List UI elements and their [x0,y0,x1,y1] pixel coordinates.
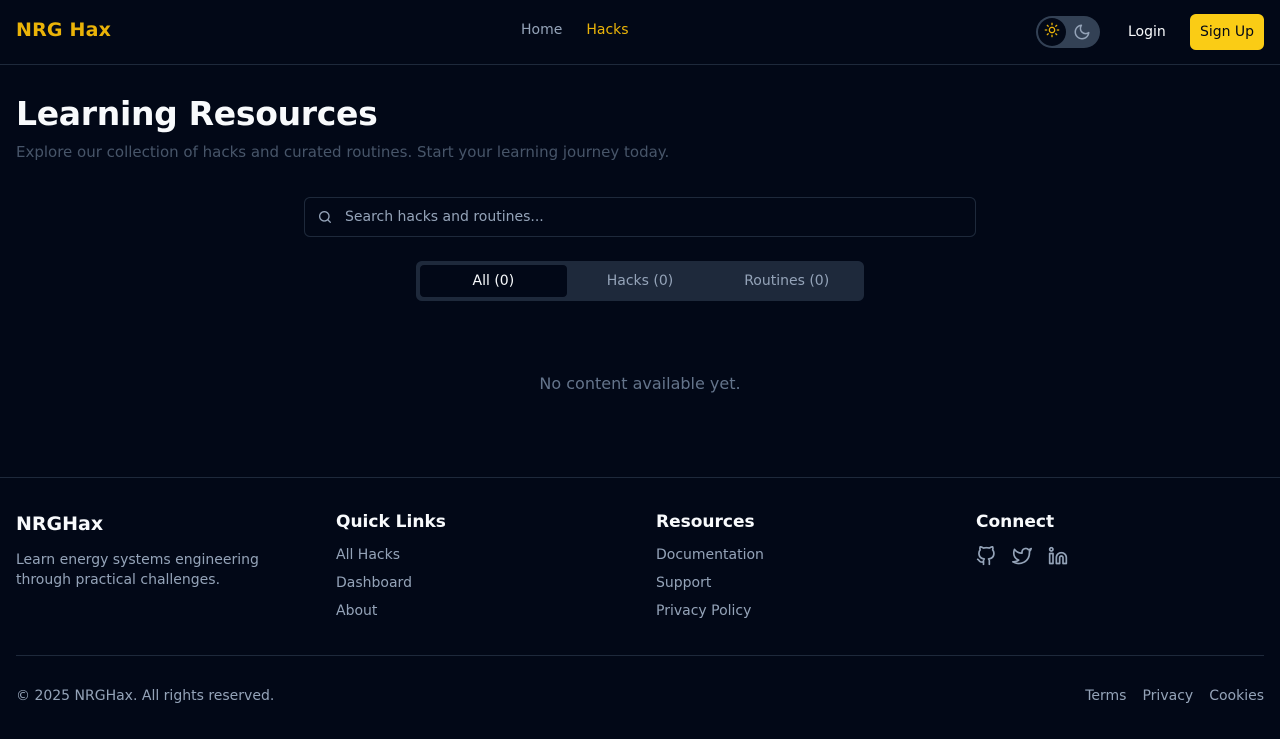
copyright: © 2025 NRGHax. All rights reserved. [16,688,275,704]
main-nav: Home Hacks [521,22,629,38]
nav-home-link[interactable]: Home [521,22,562,38]
toggle-knob [1038,18,1066,46]
footer-link-support[interactable]: Support [656,575,711,591]
page-title: Learning Resources [16,94,378,133]
legal-link-privacy[interactable]: Privacy [1142,688,1193,704]
linkedin-icon[interactable] [1048,546,1068,566]
footer-link-documentation[interactable]: Documentation [656,547,764,563]
legal-link-terms[interactable]: Terms [1085,688,1126,704]
footer-link-all-hacks[interactable]: All Hacks [336,547,400,563]
moon-icon [1072,22,1092,42]
footer-divider [16,655,1264,656]
theme-toggle[interactable] [1036,16,1100,48]
footer-connect: Connect [976,512,1068,566]
github-icon[interactable] [976,545,996,566]
search-input[interactable] [345,198,965,236]
sun-icon [1044,22,1060,42]
twitter-icon[interactable] [1012,546,1032,566]
site-footer: NRGHax Learn energy systems engineering … [0,477,1280,739]
tab-routines[interactable]: Routines (0) [713,265,860,297]
content-tabs: All (0) Hacks (0) Routines (0) [416,261,864,301]
social-links [976,545,1068,566]
connect-heading: Connect [976,512,1055,532]
footer-resources: Resources Documentation Support Privacy … [656,512,764,630]
legal-links: Terms Privacy Cookies [1085,688,1264,704]
page-subtitle: Explore our collection of hacks and cura… [16,143,670,161]
footer-brand: NRGHax [16,513,104,535]
footer-description: Learn energy systems engineering through… [16,552,259,588]
quick-links-heading: Quick Links [336,512,446,532]
footer-link-privacy-policy[interactable]: Privacy Policy [656,603,751,619]
footer-link-dashboard[interactable]: Dashboard [336,575,412,591]
search-box [304,197,976,237]
nav-hacks-link[interactable]: Hacks [586,22,628,38]
search-icon [317,209,333,225]
legal-link-cookies[interactable]: Cookies [1209,688,1264,704]
site-header: NRG Hax Home Hacks Login Sign Up [0,0,1280,65]
signup-button[interactable]: Sign Up [1190,14,1264,50]
login-button[interactable]: Login [1116,14,1178,50]
empty-state-message: No content available yet. [539,374,741,393]
footer-link-about[interactable]: About [336,603,377,619]
tab-all[interactable]: All (0) [420,265,567,297]
logo[interactable]: NRG Hax [16,19,111,41]
resources-heading: Resources [656,512,755,532]
tab-hacks[interactable]: Hacks (0) [567,265,714,297]
footer-quick-links: Quick Links All Hacks Dashboard About [336,512,446,630]
